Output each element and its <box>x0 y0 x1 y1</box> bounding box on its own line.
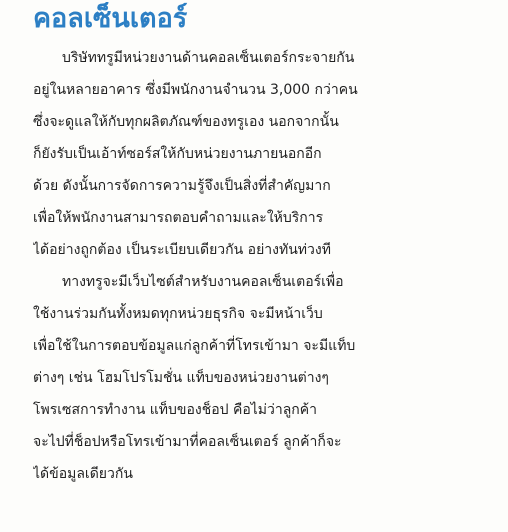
article-body: บริษัททรูมีหน่วยงานด้านคอลเซ็นเตอร์กระจา… <box>33 42 469 490</box>
text-line: ทางทรูจะมีเว็บไซต์สำหรับงานคอลเซ็นเตอร์เ… <box>62 274 344 290</box>
section-heading: คอลเซ็นเตอร์ <box>33 3 188 34</box>
document-page: คอลเซ็นเตอร์ บริษัททรูมีหน่วยงานด้านคอลเ… <box>0 0 508 532</box>
text-line: บริษัททรูมีหน่วยงานด้านคอลเซ็นเตอร์กระจา… <box>62 50 355 66</box>
paragraph-1: บริษัททรูมีหน่วยงานด้านคอลเซ็นเตอร์กระจา… <box>33 42 469 266</box>
paragraph-2: ทางทรูจะมีเว็บไซต์สำหรับงานคอลเซ็นเตอร์เ… <box>33 266 469 490</box>
text-line: ได้ข้อมูลเดียวกัน <box>33 466 133 482</box>
text-line: ใช้งานร่วมกันทั้งหมดทุกหน่วยธุรกิจ จะมีห… <box>33 306 323 322</box>
text-line: โพรเซสการทำงาน แท็บของช็อป คือไม่ว่าลูกค… <box>33 402 318 418</box>
text-line: จะไปที่ช็อปหรือโทรเข้ามาที่คอลเซ็นเตอร์ … <box>33 434 342 450</box>
text-line: ด้วย ดังนั้นการจัดการความรู้จึงเป็นสิ่งท… <box>33 178 331 194</box>
text-line: ก็ยังรับเป็นเอ้าท์ซอร์สให้กับหน่วยงานภาย… <box>33 146 322 162</box>
text-line: ต่างๆ เช่น โฮมโปรโมชั่น แท็บของหน่วยงานต… <box>33 370 329 386</box>
text-line: เพื่อใช้ในการตอบข้อมูลแก่ลูกค้าที่โทรเข้… <box>33 338 356 354</box>
text-line: ได้อย่างถูกต้อง เป็นระเบียบเดียวกัน อย่า… <box>33 242 331 258</box>
text-line: เพื่อให้พนักงานสามารถตอบคำถามและให้บริกา… <box>33 210 324 226</box>
text-line: อยู่ในหลายอาคาร ซึ่งมีพนักงานจำนวน 3,000… <box>33 82 358 98</box>
text-line: ซึ่งจะดูแลให้กับทุกผลิตภัณฑ์ของทรูเอง นอ… <box>33 114 339 130</box>
